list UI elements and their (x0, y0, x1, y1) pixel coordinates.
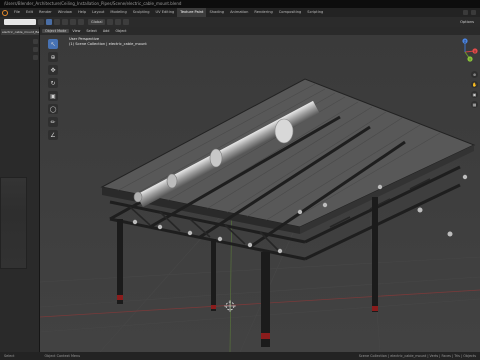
viewport-info-overlay: User Perspective (1) Scene Collection | … (69, 37, 147, 47)
brush-name-field[interactable] (4, 19, 36, 25)
pivot-icon[interactable] (107, 19, 114, 25)
camera-icon[interactable] (33, 55, 38, 60)
navigation-gizmo[interactable]: X Y Z (450, 37, 480, 67)
tab-modeling[interactable]: Modeling (107, 8, 129, 17)
status-select-hint: Select (4, 354, 15, 358)
collection-label: (1) Scene Collection | electric_cable_mo… (69, 42, 147, 46)
hand-icon[interactable] (33, 39, 38, 44)
camera-view-icon[interactable]: ▣ (471, 91, 478, 98)
cursor-tool-icon[interactable]: ⊕ (48, 52, 58, 62)
image-path-field[interactable]: electric_cable_mount_BaseColor (1, 29, 39, 35)
object-menu[interactable]: Object (112, 29, 129, 33)
scale-tool-icon[interactable]: ▣ (48, 91, 58, 101)
tab-animation[interactable]: Animation (227, 8, 251, 17)
move-tool-icon[interactable]: ✥ (48, 65, 58, 75)
tab-layout[interactable]: Layout (89, 8, 107, 17)
scene-selector-icon[interactable] (463, 10, 468, 15)
scene-render (40, 27, 480, 352)
view-menu[interactable]: View (69, 29, 83, 33)
top-menu-bar: File Edit Render Window Help Layout Mode… (0, 8, 480, 17)
tab-scripting[interactable]: Scripting (304, 8, 326, 17)
svg-text:Y: Y (469, 57, 471, 61)
tab-texture-paint[interactable]: Texture Paint (177, 8, 207, 17)
measure-tool-icon[interactable]: ∠ (48, 130, 58, 140)
paint-mode-icon[interactable] (46, 19, 52, 25)
add-menu[interactable]: Add (100, 29, 113, 33)
window-title-bar: /Users/Blender_Architecture/Ceiling_Inst… (0, 0, 480, 8)
mask-icon[interactable] (62, 19, 68, 25)
tab-rendering[interactable]: Rendering (251, 8, 275, 17)
transform-orientation-dropdown[interactable]: Global (88, 19, 106, 25)
tab-sculpting[interactable]: Sculpting (130, 8, 153, 17)
options-button[interactable]: Options (460, 20, 474, 24)
tool-header: Global Options (0, 17, 480, 27)
perspective-toggle-icon[interactable]: ▦ (471, 101, 478, 108)
svg-text:Z: Z (464, 39, 466, 43)
menu-help[interactable]: Help (75, 8, 89, 17)
viewport-header: Object Mode View Select Add Object (40, 27, 480, 35)
mode-dropdown[interactable]: Object Mode (42, 29, 70, 33)
proportional-edit-icon[interactable] (123, 19, 130, 25)
status-context-hint: Object Context Menu (44, 354, 81, 358)
texture-preview-image (0, 177, 27, 269)
menu-render[interactable]: Render (36, 8, 55, 17)
view-layer-icon[interactable] (471, 10, 476, 15)
select-box-tool-icon[interactable]: ↖ (48, 39, 58, 49)
svg-text:X: X (474, 49, 476, 53)
blender-logo-icon[interactable] (2, 9, 8, 16)
status-bar: Select Object Context Menu Scene Collect… (0, 352, 480, 360)
fill-icon[interactable] (54, 19, 60, 25)
3d-viewport[interactable]: Object Mode View Select Add Object User … (40, 27, 480, 352)
tab-uv-editing[interactable]: UV Editing (153, 8, 178, 17)
window-title: /Users/Blender_Architecture/Ceiling_Inst… (4, 1, 182, 6)
pan-view-icon[interactable]: ✋ (471, 81, 478, 88)
annotate-tool-icon[interactable]: ✏ (48, 117, 58, 127)
zoom-icon[interactable] (33, 47, 38, 52)
tool-shelf: ↖ ⊕ ✥ ↻ ▣ ◯ ✏ ∠ (48, 39, 58, 140)
rotate-tool-icon[interactable]: ↻ (48, 78, 58, 88)
menu-edit[interactable]: Edit (23, 8, 36, 17)
status-scene-stats: Scene Collection | electric_cable_mount … (358, 354, 476, 358)
select-menu[interactable]: Select (83, 29, 99, 33)
menu-file[interactable]: File (11, 8, 23, 17)
zoom-view-icon[interactable]: ⊕ (471, 71, 478, 78)
tab-shading[interactable]: Shading (206, 8, 227, 17)
snap-icon[interactable] (115, 19, 122, 25)
view-navigation-controls: ⊕ ✋ ▣ ▦ (471, 71, 478, 108)
transform-tool-icon[interactable]: ◯ (48, 104, 58, 114)
smear-icon[interactable] (70, 19, 76, 25)
tab-compositing[interactable]: Compositing (276, 8, 305, 17)
menu-window[interactable]: Window (55, 8, 75, 17)
image-editor-panel: electric_cable_mount_BaseColor (0, 27, 40, 352)
brush-icon[interactable] (38, 19, 44, 25)
clone-icon[interactable] (78, 19, 84, 25)
